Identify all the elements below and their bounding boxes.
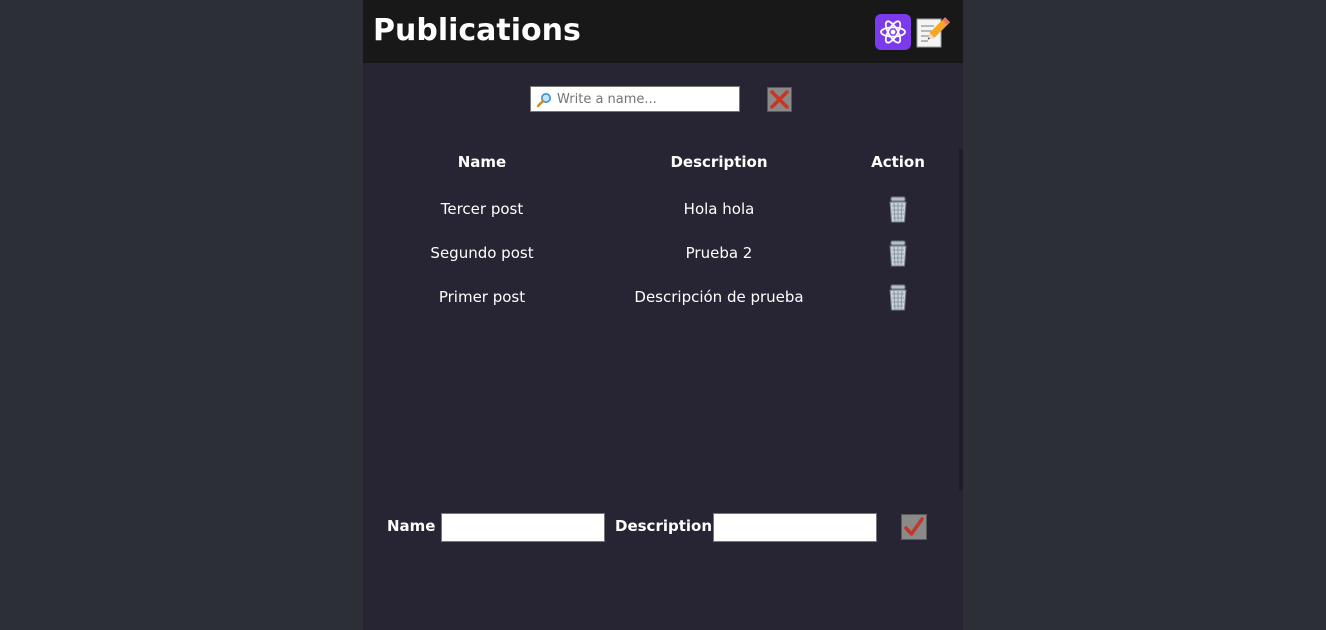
- submit-button[interactable]: [901, 514, 927, 540]
- trash-icon: [889, 240, 907, 267]
- cross-mark-icon: [770, 90, 789, 109]
- delete-button[interactable]: [883, 194, 913, 224]
- memo-icon: [914, 14, 950, 50]
- row-name: Segundo post: [430, 244, 534, 262]
- column-header-name: Name: [457, 153, 507, 171]
- header: Publications: [363, 0, 963, 63]
- row-description: Prueba 2: [685, 244, 753, 262]
- clear-search-button[interactable]: [767, 87, 792, 112]
- atom-icon: [875, 14, 911, 50]
- column-header-description: Description: [670, 153, 768, 171]
- column-header-action: Action: [871, 153, 925, 171]
- row-name: Tercer post: [440, 200, 524, 218]
- name-label: Name: [387, 517, 436, 535]
- row-description: Descripción de prueba: [634, 288, 804, 306]
- delete-button[interactable]: [883, 282, 913, 312]
- magnifier-icon: [536, 92, 552, 108]
- row-description: Hola hola: [683, 200, 755, 218]
- trash-icon: [889, 196, 907, 223]
- check-mark-icon: [904, 517, 924, 536]
- page-title: Publications: [373, 13, 581, 48]
- description-label: Description: [615, 517, 713, 535]
- delete-button[interactable]: [883, 238, 913, 268]
- trash-icon: [889, 284, 907, 311]
- publications-table: Name Description Action Tercer post Hola…: [363, 140, 963, 490]
- search-input[interactable]: [530, 86, 740, 112]
- name-input[interactable]: [441, 513, 605, 542]
- description-input[interactable]: [713, 513, 877, 542]
- row-name: Primer post: [438, 288, 526, 306]
- table-scrollbar[interactable]: [959, 149, 963, 490]
- app-panel: Publications Write a name... Name Descri…: [363, 0, 963, 630]
